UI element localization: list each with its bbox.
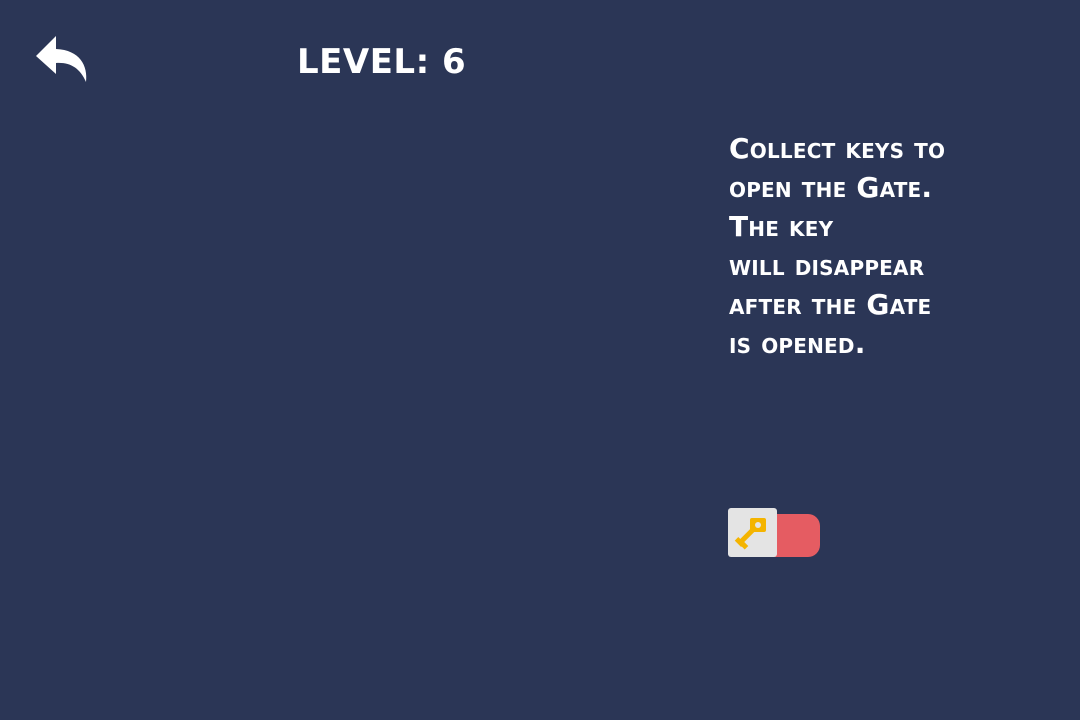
- key-inventory: [728, 508, 820, 557]
- key-slot-box: [728, 508, 777, 557]
- instructions-text: Collect keys to open the Gate. The key w…: [729, 129, 1059, 363]
- instruction-line: will disappear: [729, 249, 925, 282]
- back-arrow-icon: [36, 36, 87, 82]
- instruction-line: Collect keys to: [729, 132, 946, 165]
- instruction-line: open the Gate.: [729, 171, 933, 204]
- instruction-line: is opened.: [729, 327, 866, 360]
- instruction-line: after the Gate: [729, 288, 932, 321]
- instruction-line: The key: [729, 210, 834, 243]
- game-screen: LEVEL: 6 Collect keys to open the Gate. …: [0, 0, 1080, 720]
- level-indicator: LEVEL: 6: [297, 42, 467, 82]
- key-icon: [734, 518, 766, 550]
- back-button[interactable]: [34, 32, 90, 84]
